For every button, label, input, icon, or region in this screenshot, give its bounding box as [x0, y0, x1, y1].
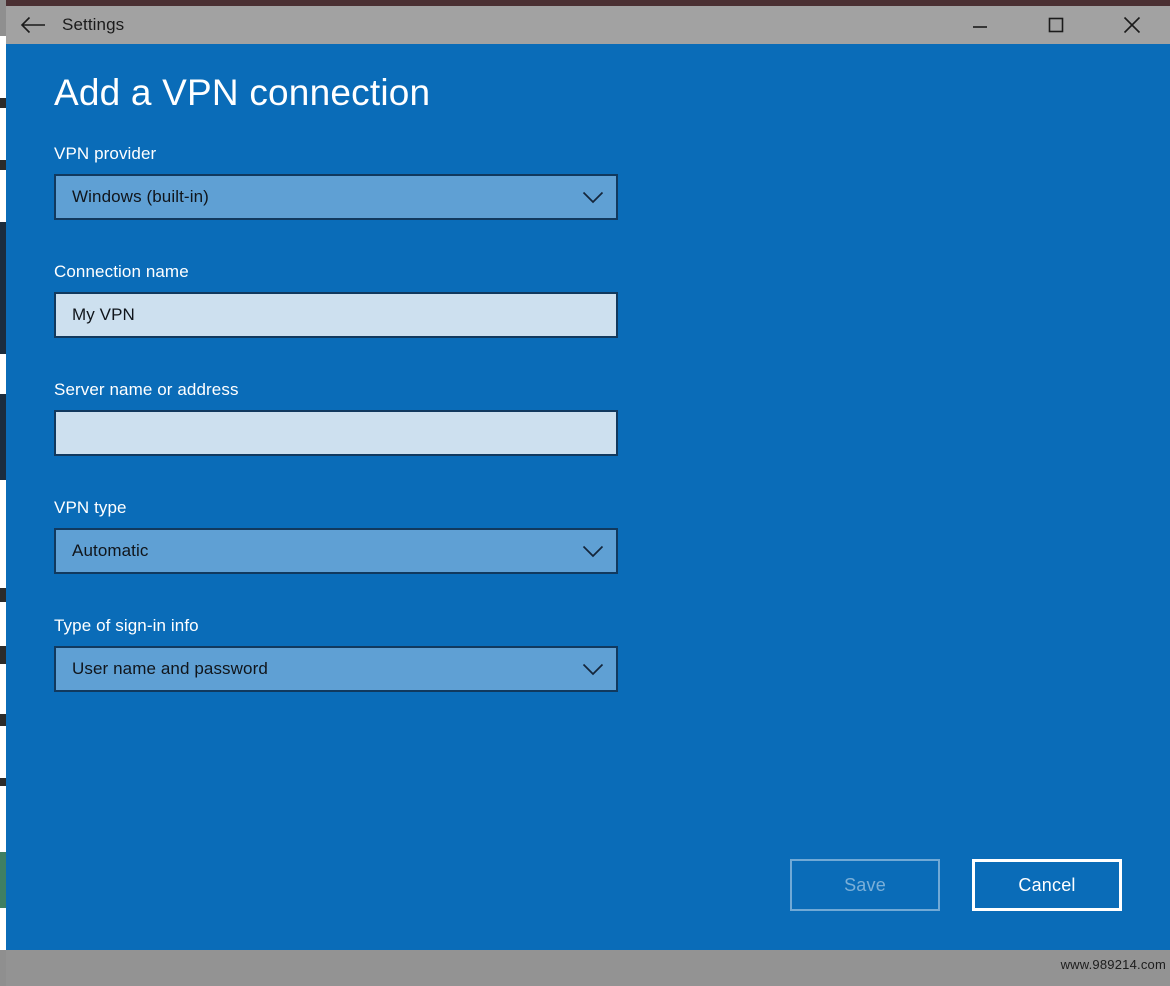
server-address-input[interactable] — [54, 410, 618, 456]
field-label-vpn-type: VPN type — [54, 498, 127, 517]
vpn-provider-dropdown[interactable]: Windows (built-in) — [54, 174, 618, 220]
back-button[interactable] — [6, 6, 60, 44]
vpn-type-dropdown[interactable]: Automatic — [54, 528, 618, 574]
vpn-type-value: Automatic — [72, 541, 149, 560]
close-icon — [1123, 16, 1141, 34]
field-label-vpn-provider: VPN provider — [54, 144, 157, 163]
minimize-icon — [972, 19, 988, 31]
vpn-provider-value: Windows (built-in) — [72, 187, 209, 206]
footer-bar: www.989214.com — [6, 950, 1170, 986]
close-button[interactable] — [1094, 6, 1170, 44]
signin-type-value: User name and password — [72, 659, 268, 678]
chevron-down-icon — [570, 545, 616, 558]
field-server-address: Server name or address — [54, 380, 654, 456]
field-label-server-address: Server name or address — [54, 380, 239, 399]
connection-name-input[interactable]: My VPN — [54, 292, 618, 338]
vpn-settings-panel: Add a VPN connection VPN provider Window… — [6, 44, 1170, 950]
chevron-down-icon — [570, 191, 616, 204]
connection-name-value: My VPN — [72, 305, 135, 324]
screen: Settings Add a VPN connection VPN provid… — [0, 0, 1170, 986]
back-arrow-icon — [20, 16, 46, 34]
field-connection-name: Connection name My VPN — [54, 262, 654, 338]
watermark-text: www.989214.com — [1060, 957, 1166, 972]
signin-type-dropdown[interactable]: User name and password — [54, 646, 618, 692]
save-button[interactable]: Save — [790, 859, 940, 911]
field-signin-type: Type of sign-in info User name and passw… — [54, 616, 654, 692]
field-label-signin-type: Type of sign-in info — [54, 616, 199, 635]
minimize-button[interactable] — [942, 6, 1018, 44]
window-title: Settings — [62, 15, 125, 34]
cancel-button[interactable]: Cancel — [972, 859, 1122, 911]
vpn-form: VPN provider Windows (built-in) Connecti… — [54, 144, 654, 720]
field-label-connection-name: Connection name — [54, 262, 189, 281]
maximize-icon — [1048, 17, 1064, 33]
page-title: Add a VPN connection — [54, 72, 431, 113]
field-vpn-type: VPN type Automatic — [54, 498, 654, 574]
title-bar: Settings — [6, 6, 1170, 44]
field-vpn-provider: VPN provider Windows (built-in) — [54, 144, 654, 220]
maximize-button[interactable] — [1018, 6, 1094, 44]
action-buttons: Save Cancel — [790, 859, 1122, 911]
chevron-down-icon — [570, 663, 616, 676]
